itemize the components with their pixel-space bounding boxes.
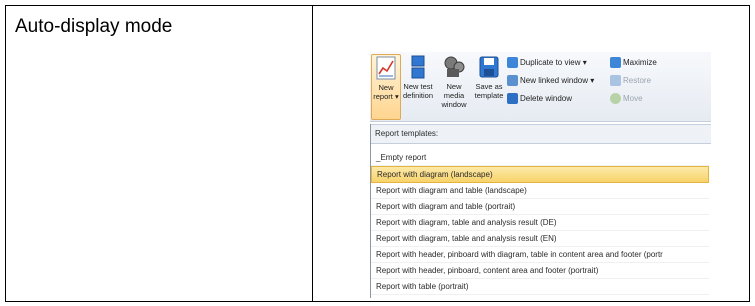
save-disk-icon — [477, 54, 501, 80]
new-report-button[interactable]: New report ▾ — [371, 54, 401, 120]
new-report-label: New report ▾ — [373, 83, 399, 101]
linked-window-icon — [507, 75, 518, 87]
move-command[interactable]: Move — [610, 92, 643, 106]
maximize-label: Maximize — [623, 58, 657, 67]
duplicate-to-view-command[interactable]: Duplicate to view ▾ — [507, 56, 587, 70]
new-test-definition-label: New test definition — [402, 82, 434, 100]
new-linked-window-label: New linked window ▾ — [520, 76, 595, 85]
list-item[interactable]: _Empty report — [371, 150, 709, 166]
embedded-screenshot: New report ▾ New test definition New med… — [370, 52, 711, 298]
report-templates-header: Report templates: — [371, 124, 711, 144]
new-media-window-button[interactable]: New media window — [436, 54, 472, 109]
move-icon — [610, 93, 621, 105]
save-as-template-button[interactable]: Save as template — [474, 54, 504, 100]
save-as-template-label: Save as template — [474, 82, 504, 100]
list-item[interactable]: Report with header, pinboard with diagra… — [371, 247, 709, 263]
ribbon-toolbar: New report ▾ New test definition New med… — [370, 52, 711, 122]
restore-command[interactable]: Restore — [610, 74, 651, 88]
delete-window-label: Delete window — [520, 94, 573, 103]
new-test-definition-button[interactable]: New test definition — [402, 54, 434, 100]
report-templates-dropdown: Report templates: _Empty report Report w… — [370, 124, 711, 298]
list-item[interactable]: Report with diagram, table and analysis … — [371, 231, 709, 247]
list-item[interactable]: Report with diagram and table (portrait) — [371, 199, 709, 215]
film-reel-icon — [442, 54, 466, 80]
list-item[interactable]: Report with table (portrait) — [371, 279, 709, 295]
delete-window-icon — [507, 93, 518, 105]
list-item[interactable]: Report with header, pinboard, content ar… — [371, 263, 709, 279]
report-chart-icon — [374, 55, 398, 81]
test-definition-icon — [406, 54, 430, 80]
duplicate-to-view-label: Duplicate to view ▾ — [520, 58, 587, 67]
maximize-command[interactable]: Maximize — [610, 56, 657, 70]
list-item[interactable]: Report with diagram and table (landscape… — [371, 183, 709, 199]
auto-display-mode-label: Auto-display mode — [15, 16, 173, 37]
restore-icon — [610, 75, 621, 87]
maximize-icon — [610, 57, 621, 69]
new-media-window-label: New media window — [441, 82, 467, 109]
duplicate-icon — [507, 57, 518, 69]
move-label: Move — [623, 94, 643, 103]
list-item[interactable]: Report with diagram, table and analysis … — [371, 215, 709, 231]
delete-window-command[interactable]: Delete window — [507, 92, 572, 106]
restore-label: Restore — [623, 76, 652, 85]
new-linked-window-command[interactable]: New linked window ▾ — [507, 74, 594, 88]
list-item-selected[interactable]: Report with diagram (landscape) — [371, 166, 709, 183]
report-templates-list: _Empty report Report with diagram (lands… — [371, 150, 709, 295]
label-cell: Auto-display mode — [5, 5, 313, 302]
